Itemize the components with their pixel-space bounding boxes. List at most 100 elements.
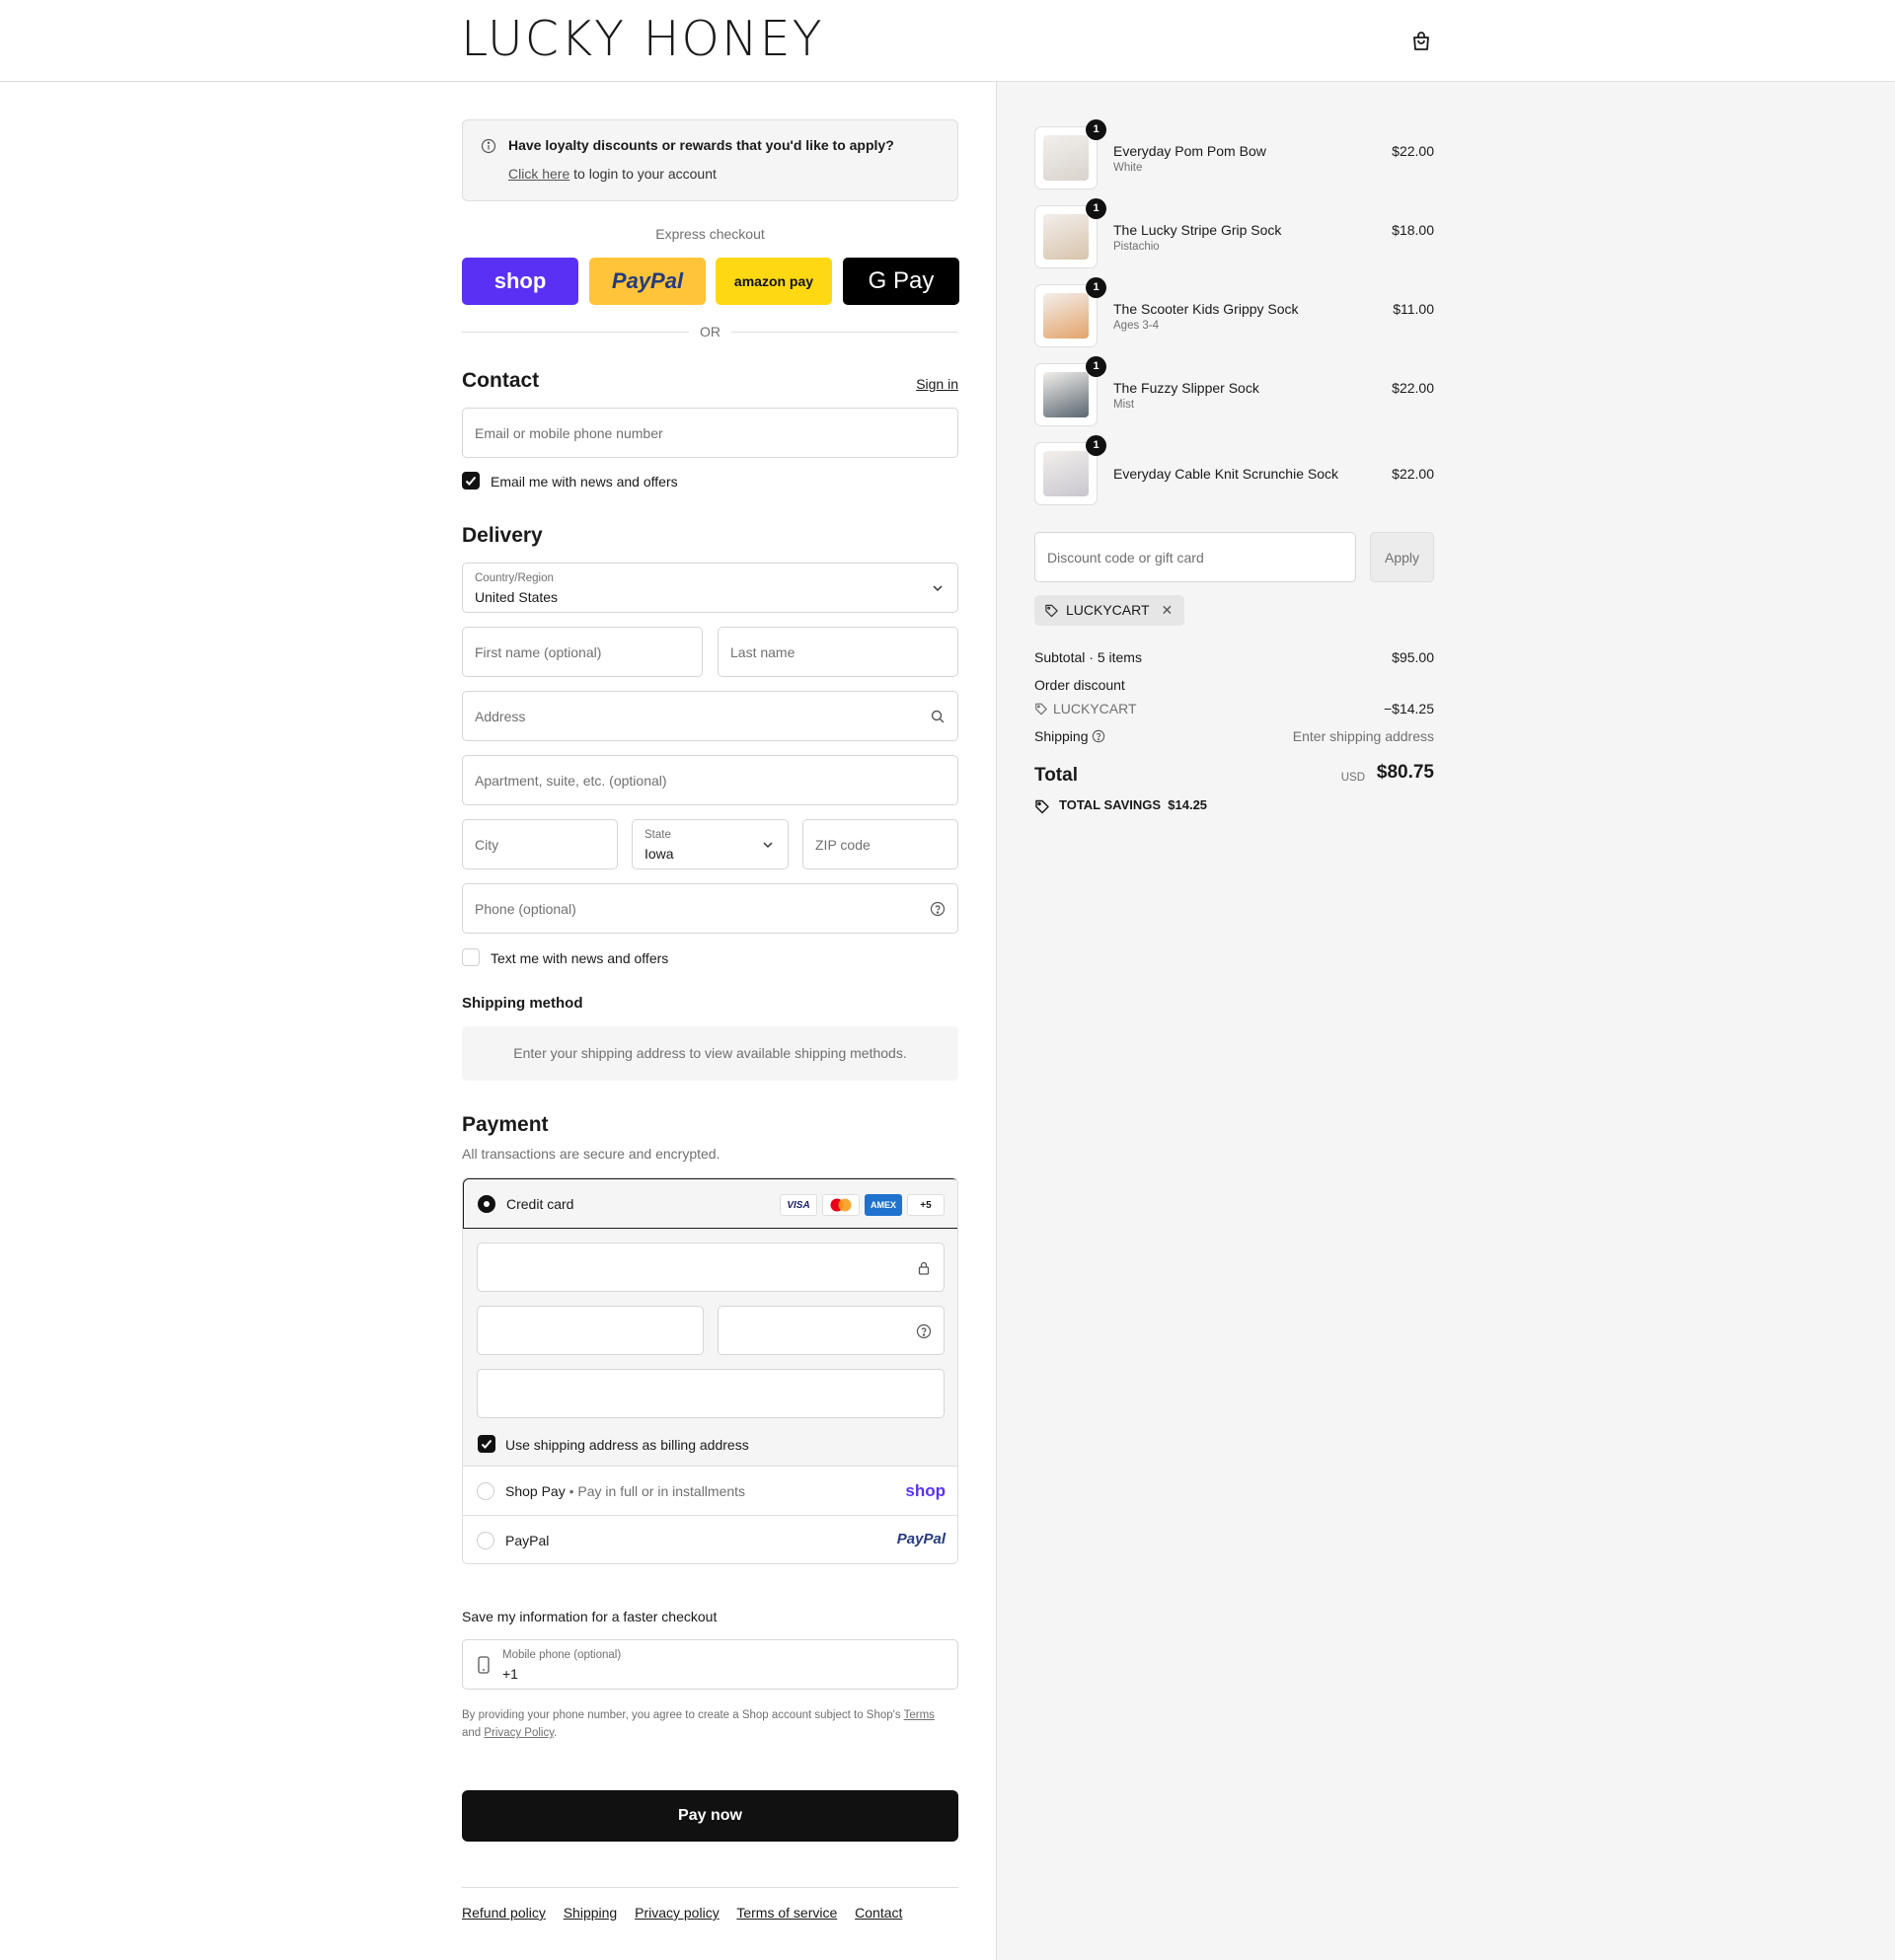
discount-placeholder: Discount code or gift card [1047,550,1204,565]
credit-card-radio[interactable] [478,1195,495,1213]
shop-pay-radio[interactable] [477,1482,494,1500]
or-divider: OR [462,324,958,339]
subtotal-row: Subtotal · 5 items $95.00 [1034,649,1434,665]
shipping-value: Enter shipping address [1292,728,1434,744]
help-icon[interactable] [1092,729,1105,743]
security-code-field[interactable] [718,1306,945,1355]
discount-code-field[interactable]: Discount code or gift card [1034,532,1356,582]
checkmark-icon [481,1439,493,1449]
cart-item: 1 Everyday Pom Pom Bow White $22.00 [1034,119,1434,189]
email-field[interactable]: Email or mobile phone number [462,408,958,458]
contact-heading: Contact [462,369,540,392]
text-news-checkbox[interactable] [462,948,480,966]
shop-pay-label-line: Shop Pay • Pay in full or in installment… [505,1483,745,1499]
or-text: OR [700,324,720,339]
state-label: State [644,829,671,841]
amex-icon: AMEX [865,1194,902,1216]
last-name-field[interactable]: Last name [718,627,958,677]
shipping-method-heading: Shipping method [462,995,583,1012]
billing-address-checkbox[interactable] [478,1435,495,1453]
shipping-label: Shipping [1034,728,1089,744]
legal-and: and [462,1727,485,1739]
total-savings-text: TOTAL SAVINGS $14.25 [1059,797,1208,812]
mastercard-icon [822,1194,860,1216]
loyalty-title: Have loyalty discounts or rewards that y… [508,137,894,153]
card-number-field[interactable] [477,1243,945,1292]
item-price: $22.00 [1392,143,1434,159]
help-icon[interactable] [930,901,946,917]
email-news-checkbox[interactable] [462,472,480,490]
subtotal-value: $95.00 [1392,649,1434,665]
chevron-down-icon [933,585,943,592]
shop-pay-express-button[interactable]: shop [462,258,578,305]
mastercard-circles-icon [830,1198,852,1212]
close-icon[interactable]: ✕ [1162,595,1174,626]
phone-field[interactable]: Phone (optional) [462,883,958,934]
item-price: $22.00 [1392,466,1434,482]
country-label: Country/Region [475,572,554,584]
terms-of-service-link[interactable]: Terms of service [736,1905,837,1921]
shipping-link[interactable]: Shipping [564,1905,618,1921]
shipping-row: Shipping Enter shipping address [1034,728,1434,744]
pay-now-button[interactable]: Pay now [462,1790,958,1842]
discount-code-row: LUCKYCART −$14.25 [1034,701,1434,716]
state-select[interactable]: State Iowa [632,819,789,869]
paypal-radio[interactable] [477,1532,494,1549]
order-discount-row: Order discount [1034,677,1434,693]
total-savings: TOTAL SAVINGS $14.25 [1034,797,1208,814]
shop-pay-option[interactable]: Shop Pay • Pay in full or in installment… [463,1467,957,1516]
item-variant: Pistachio [1113,241,1160,253]
country-select[interactable]: Country/Region United States [462,563,958,613]
paypal-express-button[interactable]: PayPal [589,258,706,305]
first-name-placeholder: First name (optional) [475,644,602,660]
shopping-bag-icon[interactable] [1409,30,1433,53]
header: LUCKY HONEY [0,0,1895,82]
google-pay-express-button[interactable]: G Pay [843,258,959,305]
zip-placeholder: ZIP code [815,837,871,853]
state-value: Iowa [644,846,674,862]
email-placeholder: Email or mobile phone number [475,425,663,441]
loyalty-banner: Have loyalty discounts or rewards that y… [462,119,958,201]
terms-link[interactable]: Terms [904,1709,935,1721]
save-info-heading: Save my information for a faster checkou… [462,1609,718,1624]
loyalty-login-link[interactable]: Click here [508,166,569,182]
legal-prefix: By providing your phone number, you agre… [462,1709,904,1721]
address-field[interactable]: Address [462,691,958,741]
city-field[interactable]: City [462,819,618,869]
expiration-field[interactable] [477,1306,704,1355]
help-icon[interactable] [916,1323,932,1339]
privacy-policy-footer-link[interactable]: Privacy policy [635,1905,720,1921]
total-currency: USD [1340,772,1365,784]
item-variant: Ages 3-4 [1113,320,1160,332]
brand-logo[interactable]: LUCKY HONEY [461,14,824,65]
paypal-option[interactable]: PayPal PayPal [463,1516,957,1563]
apartment-placeholder: Apartment, suite, etc. (optional) [475,773,667,789]
refund-policy-link[interactable]: Refund policy [462,1905,546,1921]
item-name: Everyday Pom Pom Bow [1113,143,1266,159]
privacy-policy-link[interactable]: Privacy Policy [484,1727,554,1739]
delivery-heading: Delivery [462,524,543,547]
zip-field[interactable]: ZIP code [802,819,958,869]
product-image [1043,135,1089,181]
subtotal-label: Subtotal · 5 items [1034,649,1142,665]
quantity-badge: 1 [1086,119,1106,140]
mobile-phone-field[interactable]: Mobile phone (optional) +1 [462,1639,958,1690]
loyalty-login-suffix: to login to your account [569,166,717,182]
express-checkout-label: Express checkout [655,226,765,242]
info-icon [481,138,496,154]
apply-discount-button[interactable]: Apply [1370,532,1434,582]
contact-link[interactable]: Contact [855,1905,902,1921]
sign-in-link[interactable]: Sign in [916,376,958,392]
credit-card-option[interactable]: Credit card VISA AMEX +5 [463,1178,957,1229]
item-price: $18.00 [1392,222,1434,238]
shop-pay-label: Shop Pay [505,1483,566,1499]
apartment-field[interactable]: Apartment, suite, etc. (optional) [462,755,958,805]
mobile-phone-icon [478,1656,490,1674]
name-on-card-field[interactable] [477,1369,945,1418]
first-name-field[interactable]: First name (optional) [462,627,703,677]
item-name: Everyday Cable Knit Scrunchie Sock [1113,466,1338,482]
search-icon [931,710,945,723]
loyalty-login-line: Click here to login to your account [508,166,717,182]
amazon-pay-express-button[interactable]: amazon pay [716,258,832,305]
text-news-label: Text me with news and offers [491,950,669,966]
